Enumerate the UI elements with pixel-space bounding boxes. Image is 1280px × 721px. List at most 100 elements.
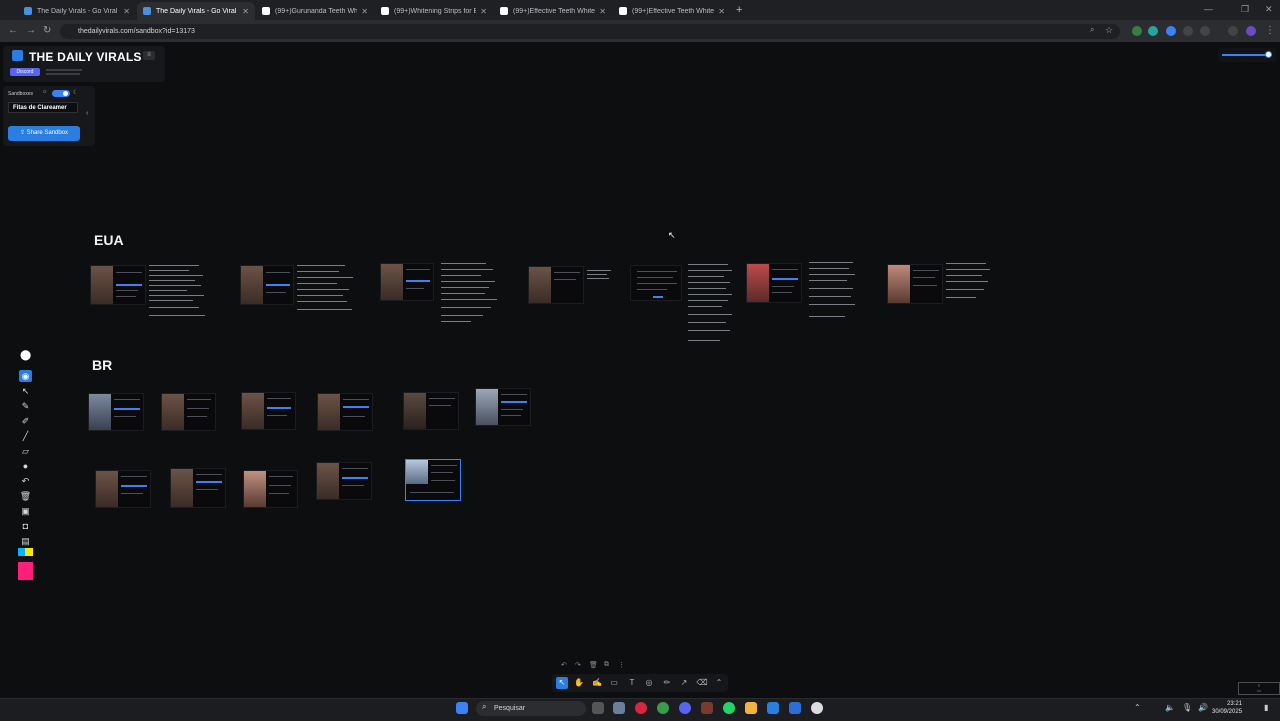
taskbar-search[interactable]: Pesquisar <box>476 701 586 716</box>
color-swatches[interactable] <box>18 548 33 580</box>
task-view-icon[interactable] <box>592 702 604 714</box>
pointer-icon[interactable]: ↖ <box>19 385 32 397</box>
forward-icon[interactable]: → <box>26 25 36 36</box>
video-card[interactable] <box>528 266 584 304</box>
extension-icon[interactable] <box>1166 26 1176 36</box>
video-card[interactable] <box>90 265 146 305</box>
notification-icon[interactable]: ▮ <box>1264 703 1268 712</box>
extension-icon[interactable] <box>1132 26 1142 36</box>
mic-icon[interactable]: 🎙 <box>1182 703 1192 712</box>
video-card[interactable] <box>475 388 531 426</box>
pencil-tool-icon[interactable]: ✏ <box>661 677 673 689</box>
reload-icon[interactable]: ↻ <box>43 25 51 36</box>
chevron-up-icon[interactable]: ⌃ <box>713 677 725 689</box>
tab-daily-virals-1[interactable]: The Daily Virals - Go Viral Toda ✕ <box>18 2 136 20</box>
close-icon[interactable]: ✕ <box>242 7 249 16</box>
line-icon[interactable]: ╱ <box>19 430 32 442</box>
close-icon[interactable]: ✕ <box>361 7 368 16</box>
chrome-icon[interactable] <box>657 702 669 714</box>
pen-icon[interactable]: ✎ <box>19 400 32 412</box>
discord-button[interactable]: Discord <box>10 68 40 76</box>
eye-icon[interactable]: ◉ <box>19 370 32 382</box>
speaker-icon[interactable]: 🔈 <box>1165 703 1175 712</box>
shape-tool-icon[interactable]: ◎ <box>643 677 655 689</box>
app-icon[interactable] <box>767 702 779 714</box>
undo-icon[interactable]: ↶ <box>19 475 32 487</box>
hand-tool-icon[interactable]: ✋ <box>573 677 585 689</box>
volume-icon[interactable]: 🔊 <box>1198 703 1208 712</box>
chevron-up-icon[interactable]: ⌃ <box>1134 703 1141 712</box>
tab-daily-virals-2[interactable]: The Daily Virals - Go Viral Toda ✕ <box>137 2 255 20</box>
opera-icon[interactable] <box>635 702 647 714</box>
menu-icon[interactable]: ≡ <box>143 51 155 60</box>
bookmark-star-icon[interactable]: ☆ <box>1105 25 1113 36</box>
camera-icon[interactable]: ◘ <box>19 520 32 532</box>
duplicate-icon[interactable]: ⧉ <box>604 661 609 669</box>
board-icon[interactable]: ▣ <box>19 505 32 517</box>
discord-icon[interactable] <box>679 702 691 714</box>
share-sandbox-button[interactable]: ⇪ Share Sandbox <box>8 126 80 141</box>
draw-tool-icon[interactable]: ✍ <box>591 677 603 689</box>
text-tool-icon[interactable]: T <box>626 677 638 689</box>
windows-start-icon[interactable] <box>456 702 468 714</box>
zoom-slider-handle[interactable] <box>1265 51 1272 58</box>
eraser-icon[interactable]: ▱ <box>19 445 32 457</box>
undo-icon[interactable]: ↶ <box>561 661 567 669</box>
chevron-left-icon[interactable]: ‹ <box>86 110 88 117</box>
zoom-icon[interactable]: ⌕ <box>1090 25 1094 35</box>
video-card[interactable] <box>316 462 372 500</box>
eraser-tool-icon[interactable]: ⌫ <box>696 677 708 689</box>
new-tab-button[interactable]: + <box>736 4 742 16</box>
pin-icon[interactable]: ⬤ <box>20 350 31 361</box>
video-card[interactable] <box>887 264 943 304</box>
close-icon[interactable]: ✕ <box>718 7 725 16</box>
tab-tiktok-3[interactable]: (99+)Effective Teeth Whitening ✕ <box>494 2 612 20</box>
address-bar[interactable]: thedailyvirals.com/sandbox?id=13173 <box>60 24 1120 39</box>
sandbox-select[interactable]: Fitas de Clareamer <box>8 102 78 113</box>
extensions-puzzle-icon[interactable] <box>1200 26 1210 36</box>
video-card[interactable] <box>746 263 802 303</box>
video-card[interactable] <box>380 263 434 301</box>
app-icon[interactable] <box>701 702 713 714</box>
video-card[interactable] <box>241 392 296 430</box>
select-tool-icon[interactable]: ↖ <box>556 677 568 689</box>
whatsapp-icon[interactable] <box>723 702 735 714</box>
video-card[interactable] <box>630 265 682 301</box>
profile-avatar[interactable] <box>1246 26 1256 36</box>
media-tool-icon[interactable]: ▭ <box>608 677 620 689</box>
close-icon[interactable]: ✕ <box>123 7 130 16</box>
tab-tiktok-1[interactable]: (99+)Gurunanda Teeth Whitenin ✕ <box>256 2 374 20</box>
clipboard-icon[interactable]: ▤ <box>19 535 32 547</box>
video-card[interactable] <box>161 393 216 431</box>
video-card[interactable] <box>95 470 151 508</box>
tab-tiktok-4[interactable]: (99+)Effective Teeth Whitening ✕ <box>613 2 731 20</box>
file-explorer-icon[interactable] <box>745 702 757 714</box>
browser-menu-icon[interactable]: ⋮ <box>1265 25 1275 36</box>
highlighter-icon[interactable]: ✐ <box>19 415 32 427</box>
redo-icon[interactable]: ↷ <box>575 661 581 669</box>
back-icon[interactable]: ← <box>8 25 18 36</box>
close-icon[interactable]: ✕ <box>480 7 487 16</box>
video-card[interactable] <box>317 393 373 431</box>
more-icon[interactable]: ⋮ <box>618 661 625 669</box>
close-window-icon[interactable]: ✕ <box>1265 4 1273 15</box>
close-icon[interactable]: ✕ <box>599 7 606 16</box>
video-card[interactable] <box>240 265 294 305</box>
notes-icon[interactable] <box>789 702 801 714</box>
selected-video-card[interactable] <box>405 459 461 501</box>
taskbar-clock[interactable]: 23:21 30/09/2025 <box>1212 700 1242 716</box>
settings-icon[interactable] <box>613 702 625 714</box>
dot-icon[interactable]: ● <box>19 460 32 472</box>
extension-icon[interactable] <box>1183 26 1193 36</box>
delete-icon[interactable]: 🗑 <box>589 661 598 669</box>
tab-tiktok-2[interactable]: (99+)Whitening Strips for Brigh ✕ <box>375 2 493 20</box>
trash-icon[interactable]: 🗑 <box>19 490 32 502</box>
video-card[interactable] <box>403 392 459 430</box>
sidebar-icon[interactable] <box>1228 26 1238 36</box>
video-card[interactable] <box>243 470 298 508</box>
app-icon[interactable] <box>811 702 823 714</box>
extension-icon[interactable] <box>1148 26 1158 36</box>
video-card[interactable] <box>170 468 226 508</box>
made-with-tldraw-badge[interactable]: ≡ ▭ <box>1238 682 1280 695</box>
arrow-tool-icon[interactable]: ↗ <box>678 677 690 689</box>
